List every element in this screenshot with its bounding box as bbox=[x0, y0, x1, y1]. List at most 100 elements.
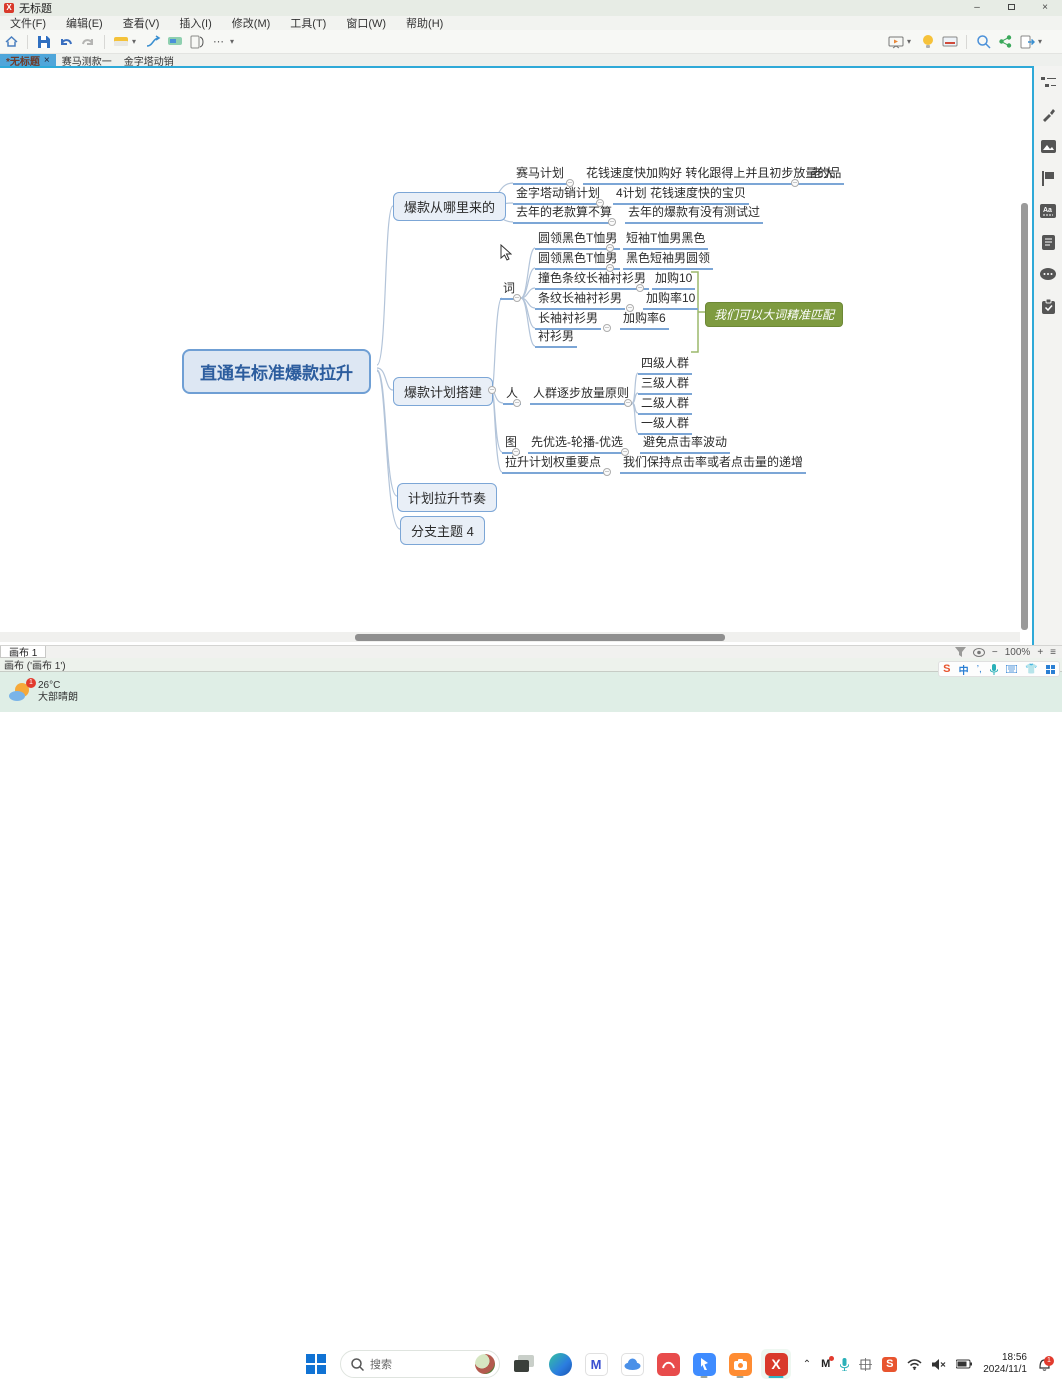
font-style-icon[interactable]: Aa bbox=[1040, 202, 1057, 219]
doc-tab-untitled[interactable]: *无标题 × bbox=[0, 54, 56, 66]
topic-crowd-l2[interactable]: 二级人群 bbox=[638, 396, 692, 415]
topic-lastyear-tested[interactable]: 去年的爆款有没有测试过 bbox=[625, 205, 763, 224]
menu-window[interactable]: 窗口(W) bbox=[336, 15, 396, 31]
tray-volume-muted-icon[interactable] bbox=[932, 1359, 946, 1370]
redo-button[interactable] bbox=[77, 32, 99, 52]
tray-sogou-icon[interactable]: S bbox=[882, 1357, 897, 1372]
tray-mic-icon[interactable] bbox=[840, 1358, 849, 1371]
tray-wifi-icon[interactable] bbox=[907, 1359, 922, 1370]
menu-insert[interactable]: 插入(I) bbox=[169, 15, 221, 31]
presentation-button[interactable] bbox=[885, 32, 907, 52]
topic-crowd-principle[interactable]: 人群逐步放量原则 bbox=[530, 386, 632, 405]
menu-tools[interactable]: 工具(T) bbox=[280, 15, 336, 31]
collapse-knob[interactable] bbox=[626, 304, 634, 312]
taskbar-clock[interactable]: 18:56 2024/11/1 bbox=[983, 1352, 1027, 1376]
topic-word4a[interactable]: 条纹长袖衬衫男 bbox=[535, 291, 625, 310]
doc-tab-saima[interactable]: 赛马测款一 bbox=[56, 54, 118, 66]
summary-callout[interactable]: 我们可以大词精准匹配 bbox=[705, 302, 843, 327]
topic-word3b[interactable]: 加购10 bbox=[652, 271, 695, 290]
menu-edit[interactable]: 编辑(E) bbox=[56, 15, 113, 31]
outline-structure-icon[interactable] bbox=[1040, 74, 1057, 91]
ime-keyboard-icon[interactable] bbox=[1006, 665, 1017, 673]
tray-m-icon[interactable]: M bbox=[821, 1358, 830, 1370]
idea-bulb-button[interactable] bbox=[917, 32, 939, 52]
task-check-icon[interactable] bbox=[1040, 298, 1057, 315]
topic-word5b[interactable]: 加购率6 bbox=[620, 311, 669, 330]
presentation-dropdown-caret[interactable]: ▾ bbox=[907, 37, 917, 46]
taskbar-app-mindmap-active[interactable]: X bbox=[761, 1349, 791, 1379]
horizontal-scrollbar-thumb[interactable] bbox=[355, 634, 725, 641]
undo-button[interactable] bbox=[55, 32, 77, 52]
marker-flag-icon[interactable] bbox=[1040, 170, 1057, 187]
topic-weight-key[interactable]: 拉升计划权重要点 bbox=[502, 455, 604, 474]
topic-word3a[interactable]: 撞色条纹长袖衬衫男 bbox=[535, 271, 649, 290]
collapse-knob[interactable] bbox=[513, 294, 521, 302]
collapse-knob[interactable] bbox=[621, 448, 629, 456]
collapse-knob[interactable] bbox=[566, 179, 574, 187]
collapse-knob[interactable] bbox=[606, 264, 614, 272]
branch-plan-lift-rhythm[interactable]: 计划拉升节奏 bbox=[397, 483, 497, 512]
collapse-knob[interactable] bbox=[596, 199, 604, 207]
topic-saima-detail[interactable]: 花钱速度快加购好 转化跟得上并且初步放量的品 bbox=[583, 166, 844, 185]
summary-button[interactable] bbox=[186, 32, 208, 52]
collapse-knob[interactable] bbox=[791, 179, 799, 187]
menu-view[interactable]: 查看(V) bbox=[113, 15, 170, 31]
sogou-logo-icon[interactable]: S bbox=[943, 663, 950, 675]
topic-weight-detail[interactable]: 我们保持点击率或者点击量的递增 bbox=[620, 455, 806, 474]
ime-skin-icon[interactable]: 👕 bbox=[1025, 664, 1037, 675]
ime-punct-icon[interactable]: ’, bbox=[977, 664, 982, 675]
minimize-button[interactable]: – bbox=[960, 0, 994, 16]
save-button[interactable] bbox=[33, 32, 55, 52]
taskbar-app-camera[interactable] bbox=[725, 1349, 755, 1379]
collapse-knob[interactable] bbox=[603, 324, 611, 332]
theme-style-button[interactable] bbox=[110, 32, 132, 52]
topic-pyramid-detail[interactable]: 4计划 花钱速度快的宝贝 bbox=[613, 186, 749, 205]
share-button[interactable] bbox=[994, 32, 1016, 52]
topic-picture-avoid[interactable]: 避免点击率波动 bbox=[640, 435, 730, 454]
collapse-knob[interactable] bbox=[512, 448, 520, 456]
topic-picture-method[interactable]: 先优选-轮播-优选 bbox=[528, 435, 626, 454]
tray-capture-icon[interactable] bbox=[859, 1358, 872, 1371]
ime-grid-icon[interactable] bbox=[1046, 665, 1055, 674]
topic-pyramid-plan[interactable]: 金字塔动销计划 bbox=[513, 186, 603, 205]
taskbar-app-red[interactable] bbox=[653, 1349, 683, 1379]
export-dropdown-caret[interactable]: ▾ bbox=[1038, 37, 1048, 46]
topic-word5a[interactable]: 长袖衬衫男 bbox=[535, 311, 601, 330]
branch-where-hot-items-come-from[interactable]: 爆款从哪里来的 bbox=[393, 192, 506, 221]
ime-mode-toggle[interactable]: 中 bbox=[959, 662, 969, 677]
export-button[interactable] bbox=[1016, 32, 1038, 52]
taskbar-app-cloud[interactable] bbox=[617, 1349, 647, 1379]
branch-hot-item-plan-build[interactable]: 爆款计划搭建 bbox=[393, 377, 493, 406]
menu-file[interactable]: 文件(F) bbox=[0, 15, 56, 31]
topic-saima-plan[interactable]: 赛马计划 bbox=[513, 166, 567, 185]
search-button[interactable] bbox=[972, 32, 994, 52]
tray-expand-chevron[interactable]: ⌃ bbox=[803, 1359, 811, 1370]
taskbar-app-edge[interactable] bbox=[545, 1349, 575, 1379]
topic-crowd-l4[interactable]: 四级人群 bbox=[638, 356, 692, 375]
zoom-out-button[interactable]: − bbox=[992, 647, 998, 658]
taskbar-app-pointer[interactable] bbox=[689, 1349, 719, 1379]
filter-funnel-icon[interactable] bbox=[955, 647, 966, 657]
comment-icon[interactable] bbox=[1040, 266, 1057, 283]
more-dropdown-caret[interactable]: ▾ bbox=[230, 37, 240, 46]
topic-word1b[interactable]: 短袖T恤男黑色 bbox=[623, 231, 708, 250]
image-icon[interactable] bbox=[1040, 138, 1057, 155]
menu-help[interactable]: 帮助(H) bbox=[396, 15, 453, 31]
tray-battery-icon[interactable] bbox=[956, 1359, 972, 1369]
topic-word4b[interactable]: 加购率10 bbox=[643, 291, 698, 310]
topic-laoda[interactable]: 老大 bbox=[808, 166, 838, 185]
note-icon[interactable] bbox=[1040, 234, 1057, 251]
topic-word2b[interactable]: 黑色短袖男圆领 bbox=[623, 251, 713, 270]
relationship-button[interactable] bbox=[142, 32, 164, 52]
collapse-knob[interactable] bbox=[513, 399, 521, 407]
format-painter-icon[interactable] bbox=[1040, 106, 1057, 123]
zoom-in-button[interactable]: + bbox=[1037, 647, 1043, 658]
collapse-knob[interactable] bbox=[603, 468, 611, 476]
central-topic[interactable]: 直通车标准爆款拉升 bbox=[182, 349, 371, 394]
doc-tab-jinzita[interactable]: 金字塔动销 bbox=[118, 54, 180, 66]
close-button[interactable]: × bbox=[1028, 0, 1062, 16]
more-tools-button[interactable]: ⋯ bbox=[208, 32, 230, 52]
collapse-knob[interactable] bbox=[606, 244, 614, 252]
collapse-knob[interactable] bbox=[624, 399, 632, 407]
tab-close-icon[interactable]: × bbox=[44, 55, 50, 66]
